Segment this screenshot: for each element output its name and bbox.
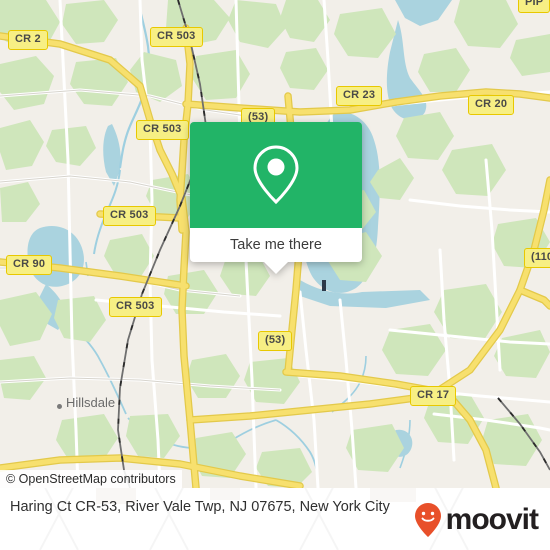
map-feature-marker: [322, 280, 326, 291]
map-pin-icon: [253, 145, 299, 205]
road-shield[interactable]: CR 20: [468, 95, 515, 115]
take-me-there-button[interactable]: Take me there: [190, 228, 362, 262]
footer-bar: Haring Ct CR-53, River Vale Twp, NJ 0767…: [0, 488, 550, 550]
road-shield[interactable]: CR 503: [150, 27, 203, 47]
road-shield[interactable]: (53): [258, 331, 293, 351]
road-shield[interactable]: CR 503: [136, 120, 189, 140]
road-shield[interactable]: CR 2: [8, 30, 48, 50]
osm-attribution[interactable]: © OpenStreetMap contributors: [0, 470, 182, 488]
road-shield[interactable]: (110: [524, 248, 550, 268]
address-text: Haring Ct CR-53, River Vale Twp, NJ 0767…: [10, 499, 390, 515]
map-screenshot: CR 2 CR 503 CR 23 CR 20 PIP CR 503 (53) …: [0, 0, 550, 550]
road-shield[interactable]: CR 503: [103, 206, 156, 226]
place-dot: [57, 404, 62, 409]
take-me-there-label: Take me there: [230, 237, 322, 253]
map-popup-card[interactable]: Take me there: [190, 122, 362, 274]
road-shield[interactable]: PIP: [518, 0, 550, 13]
road-shield[interactable]: CR 23: [336, 86, 383, 106]
road-shield[interactable]: CR 90: [6, 255, 53, 275]
map-canvas[interactable]: CR 2 CR 503 CR 23 CR 20 PIP CR 503 (53) …: [0, 0, 550, 488]
moovit-wordmark: moovit: [445, 503, 539, 536]
moovit-logo[interactable]: moovit: [413, 502, 539, 538]
popup-pointer: [264, 262, 288, 274]
place-label-hillsdale[interactable]: Hillsdale: [66, 395, 115, 410]
moovit-pin-smiley-icon: [414, 503, 441, 537]
road-shield[interactable]: CR 503: [109, 297, 162, 317]
popup-header: [190, 122, 362, 228]
road-shield[interactable]: CR 17: [410, 386, 457, 406]
